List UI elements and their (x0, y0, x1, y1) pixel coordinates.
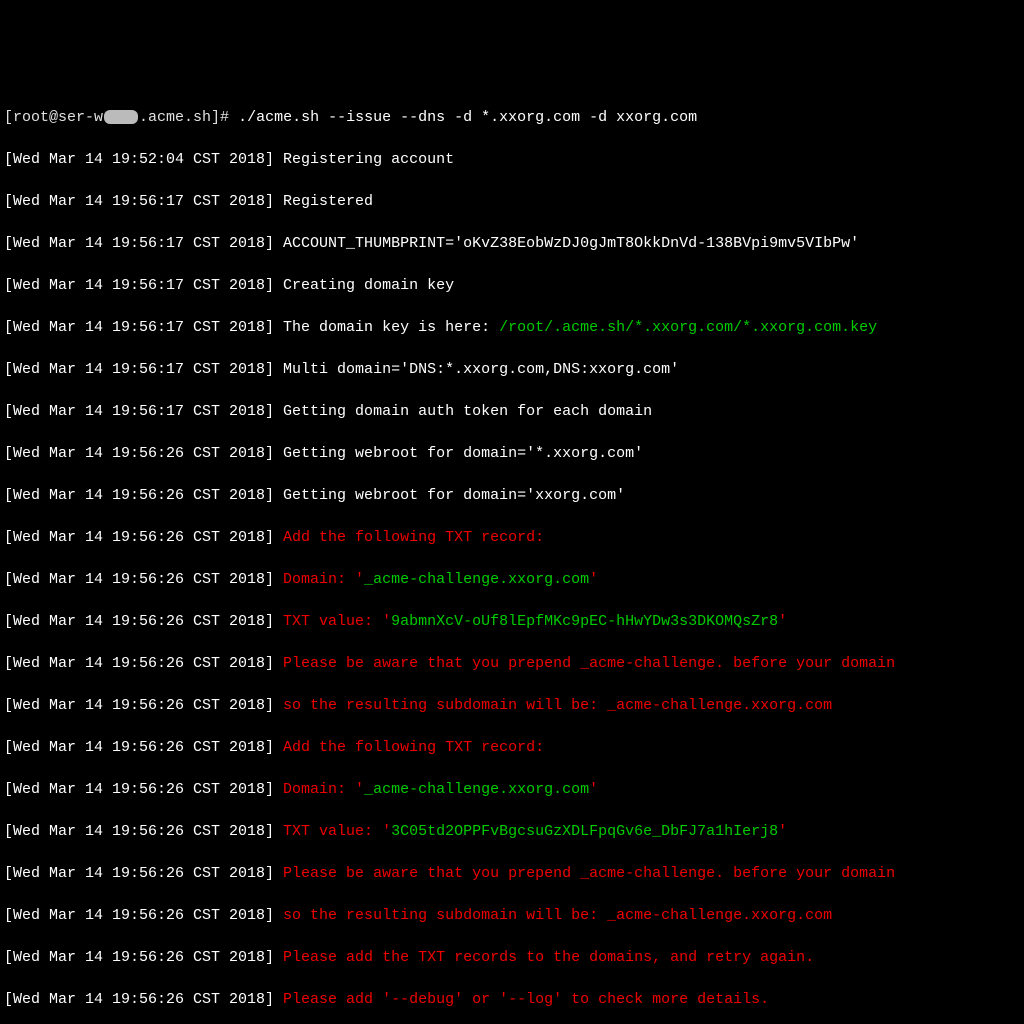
log-line: [Wed Mar 14 19:56:17 CST 2018] ACCOUNT_T… (4, 233, 1020, 254)
log-line: [Wed Mar 14 19:56:26 CST 2018] Getting w… (4, 443, 1020, 464)
log-line: [Wed Mar 14 19:56:26 CST 2018] so the re… (4, 695, 1020, 716)
redacted-host (104, 110, 138, 124)
log-line: [Wed Mar 14 19:56:26 CST 2018] Domain: '… (4, 779, 1020, 800)
log-line: [Wed Mar 14 19:56:26 CST 2018] Please be… (4, 653, 1020, 674)
terminal-output[interactable]: [root@ser-w.acme.sh]# ./acme.sh --issue … (4, 86, 1020, 1024)
log-line: [Wed Mar 14 19:52:04 CST 2018] Registeri… (4, 149, 1020, 170)
log-line: [Wed Mar 14 19:56:26 CST 2018] Domain: '… (4, 569, 1020, 590)
log-line: [Wed Mar 14 19:56:26 CST 2018] Please ad… (4, 947, 1020, 968)
log-line: [Wed Mar 14 19:56:26 CST 2018] TXT value… (4, 821, 1020, 842)
log-line: [Wed Mar 14 19:56:17 CST 2018] Registere… (4, 191, 1020, 212)
log-line: [Wed Mar 14 19:56:17 CST 2018] Creating … (4, 275, 1020, 296)
log-line: [Wed Mar 14 19:56:26 CST 2018] Add the f… (4, 737, 1020, 758)
log-line: [Wed Mar 14 19:56:17 CST 2018] Multi dom… (4, 359, 1020, 380)
log-line: [Wed Mar 14 19:56:26 CST 2018] TXT value… (4, 611, 1020, 632)
command-line: [root@ser-w.acme.sh]# ./acme.sh --issue … (4, 107, 1020, 128)
txt-domain-1: _acme-challenge.xxorg.com (364, 571, 589, 588)
log-line: [Wed Mar 14 19:56:17 CST 2018] Getting d… (4, 401, 1020, 422)
log-line: [Wed Mar 14 19:56:17 CST 2018] The domai… (4, 317, 1020, 338)
txt-value-1: 9abmnXcV-oUf8lEpfMKc9pEC-hHwYDw3s3DKOMQs… (391, 613, 778, 630)
log-line: [Wed Mar 14 19:56:26 CST 2018] so the re… (4, 905, 1020, 926)
txt-value-2: 3C05td2OPPFvBgcsuGzXDLFpqGv6e_DbFJ7a1hIe… (391, 823, 778, 840)
log-line: [Wed Mar 14 19:56:26 CST 2018] Add the f… (4, 527, 1020, 548)
log-line: [Wed Mar 14 19:56:26 CST 2018] Please ad… (4, 989, 1020, 1010)
log-line: [Wed Mar 14 19:56:26 CST 2018] Getting w… (4, 485, 1020, 506)
log-line: [Wed Mar 14 19:56:26 CST 2018] Please be… (4, 863, 1020, 884)
txt-domain-2: _acme-challenge.xxorg.com (364, 781, 589, 798)
key-path: /root/.acme.sh/*.xxorg.com/*.xxorg.com.k… (499, 319, 877, 336)
